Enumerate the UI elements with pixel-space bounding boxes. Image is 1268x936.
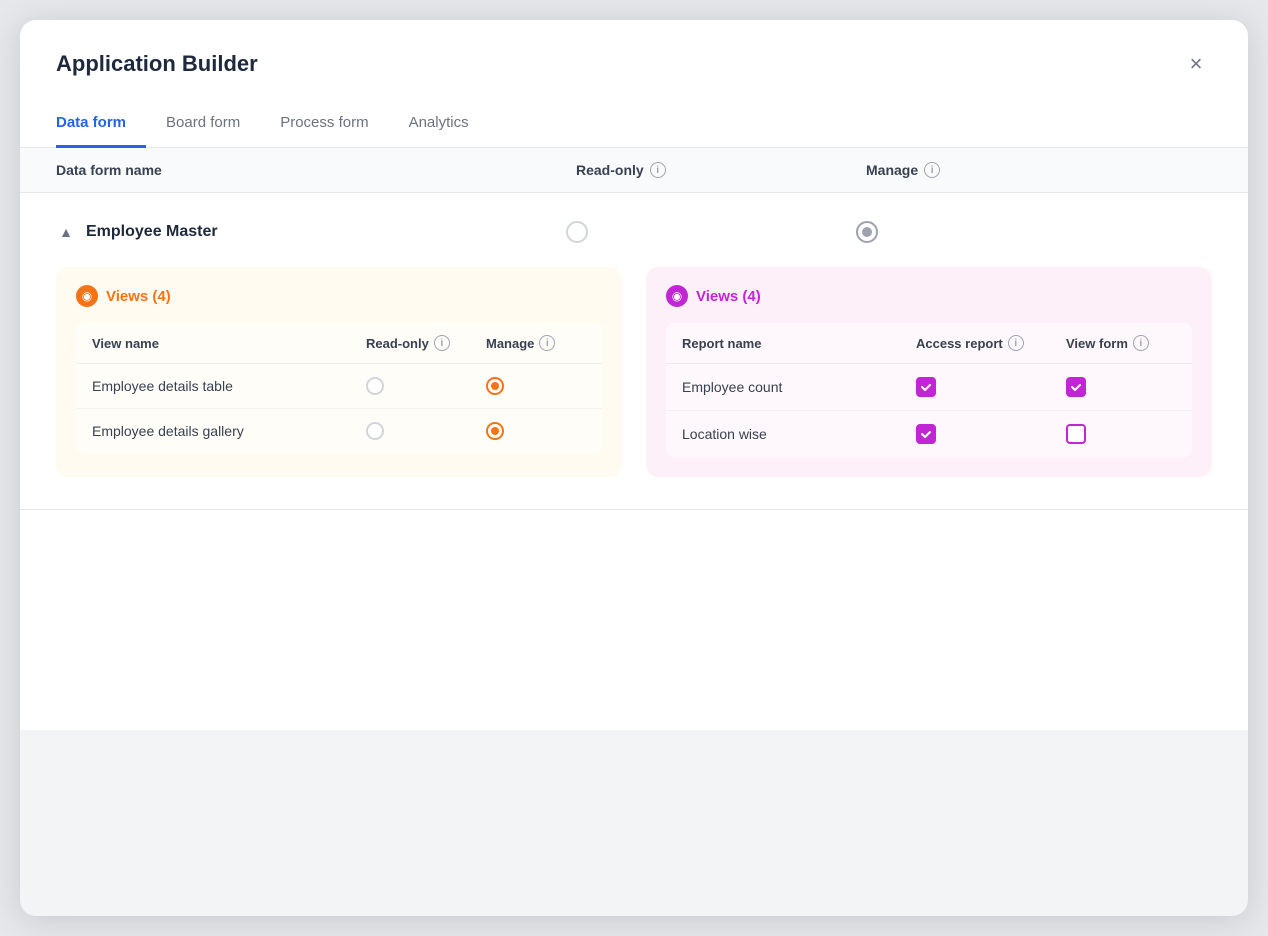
row2-readonly-radio[interactable] — [366, 422, 384, 440]
table-row: Employee details gallery — [76, 409, 602, 453]
left-col-readonly: Read-only i — [366, 335, 486, 351]
right-access-info[interactable]: i — [1008, 335, 1024, 351]
right-row1-access-checkbox[interactable] — [916, 377, 936, 397]
col-header-name: Data form name — [56, 162, 576, 178]
left-panel-icon: ◉ — [76, 285, 98, 307]
col-header-manage: Manage i — [866, 162, 1212, 178]
rest-area — [20, 510, 1248, 730]
manage-info-icon[interactable]: i — [924, 162, 940, 178]
right-row2-access-cell — [916, 424, 1066, 444]
right-row2-name: Location wise — [682, 426, 916, 442]
right-row2-viewform-cell — [1066, 424, 1176, 444]
right-row2-access-checkbox[interactable] — [916, 424, 936, 444]
right-row1-name: Employee count — [682, 379, 916, 395]
employee-master-name: Employee Master — [86, 223, 566, 241]
left-inner-table: View name Read-only i Manage i Employee … — [76, 323, 602, 453]
application-builder-modal: Application Builder × Data form Board fo… — [20, 20, 1248, 916]
right-row1-access-cell — [916, 377, 1066, 397]
row2-name: Employee details gallery — [92, 423, 366, 439]
left-table-header: View name Read-only i Manage i — [76, 323, 602, 364]
right-inner-table: Report name Access report i View form i … — [666, 323, 1192, 457]
right-row1-viewform-checkbox[interactable] — [1066, 377, 1086, 397]
row2-readonly-cell — [366, 422, 486, 440]
employee-manage-cell — [856, 221, 1146, 243]
employee-manage-radio[interactable] — [856, 221, 878, 243]
right-row1-viewform-cell — [1066, 377, 1176, 397]
modal-header: Application Builder × Data form Board fo… — [20, 20, 1248, 148]
right-col-access: Access report i — [916, 335, 1066, 351]
table-header: Data form name Read-only i Manage i — [20, 148, 1248, 193]
right-col-viewform: View form i — [1066, 335, 1176, 351]
row1-readonly-radio[interactable] — [366, 377, 384, 395]
row1-manage-radio[interactable] — [486, 377, 504, 395]
tab-data-form[interactable]: Data form — [56, 104, 146, 148]
row1-readonly-cell — [366, 377, 486, 395]
left-col-manage: Manage i — [486, 335, 586, 351]
row1-manage-cell — [486, 377, 586, 395]
readonly-info-icon[interactable]: i — [650, 162, 666, 178]
left-panel-header: ◉ Views (4) — [76, 285, 602, 307]
row2-manage-cell — [486, 422, 586, 440]
tab-bar: Data form Board form Process form Analyt… — [56, 104, 1212, 147]
table-row: Employee count — [666, 364, 1192, 411]
left-views-panel: ◉ Views (4) View name Read-only i Manage… — [56, 267, 622, 477]
right-views-panel: ◉ Views (4) Report name Access report i … — [646, 267, 1212, 477]
modal-title-row: Application Builder × — [56, 48, 1212, 80]
tab-board-form[interactable]: Board form — [146, 104, 260, 148]
employee-master-row: ▲ Employee Master — [56, 217, 1212, 267]
close-button[interactable]: × — [1180, 48, 1212, 80]
left-readonly-info[interactable]: i — [434, 335, 450, 351]
right-viewform-info[interactable]: i — [1133, 335, 1149, 351]
main-content: ▲ Employee Master ◉ Views (4) View name — [20, 193, 1248, 510]
left-manage-info[interactable]: i — [539, 335, 555, 351]
collapse-icon[interactable]: ▲ — [56, 222, 76, 242]
tab-process-form[interactable]: Process form — [260, 104, 388, 148]
views-panels: ◉ Views (4) View name Read-only i Manage… — [56, 267, 1212, 477]
row2-manage-radio[interactable] — [486, 422, 504, 440]
table-row: Employee details table — [76, 364, 602, 409]
tab-analytics[interactable]: Analytics — [389, 104, 489, 148]
right-panel-title: Views (4) — [696, 288, 761, 305]
right-row2-viewform-checkbox[interactable] — [1066, 424, 1086, 444]
modal-title: Application Builder — [56, 51, 258, 77]
right-col-name: Report name — [682, 336, 916, 351]
table-row: Location wise — [666, 411, 1192, 457]
row1-name: Employee details table — [92, 378, 366, 394]
employee-readonly-cell — [566, 221, 856, 243]
right-table-header: Report name Access report i View form i — [666, 323, 1192, 364]
right-panel-header: ◉ Views (4) — [666, 285, 1192, 307]
left-panel-title: Views (4) — [106, 288, 171, 305]
col-header-readonly: Read-only i — [576, 162, 866, 178]
employee-readonly-radio[interactable] — [566, 221, 588, 243]
left-col-name: View name — [92, 336, 366, 351]
right-panel-icon: ◉ — [666, 285, 688, 307]
